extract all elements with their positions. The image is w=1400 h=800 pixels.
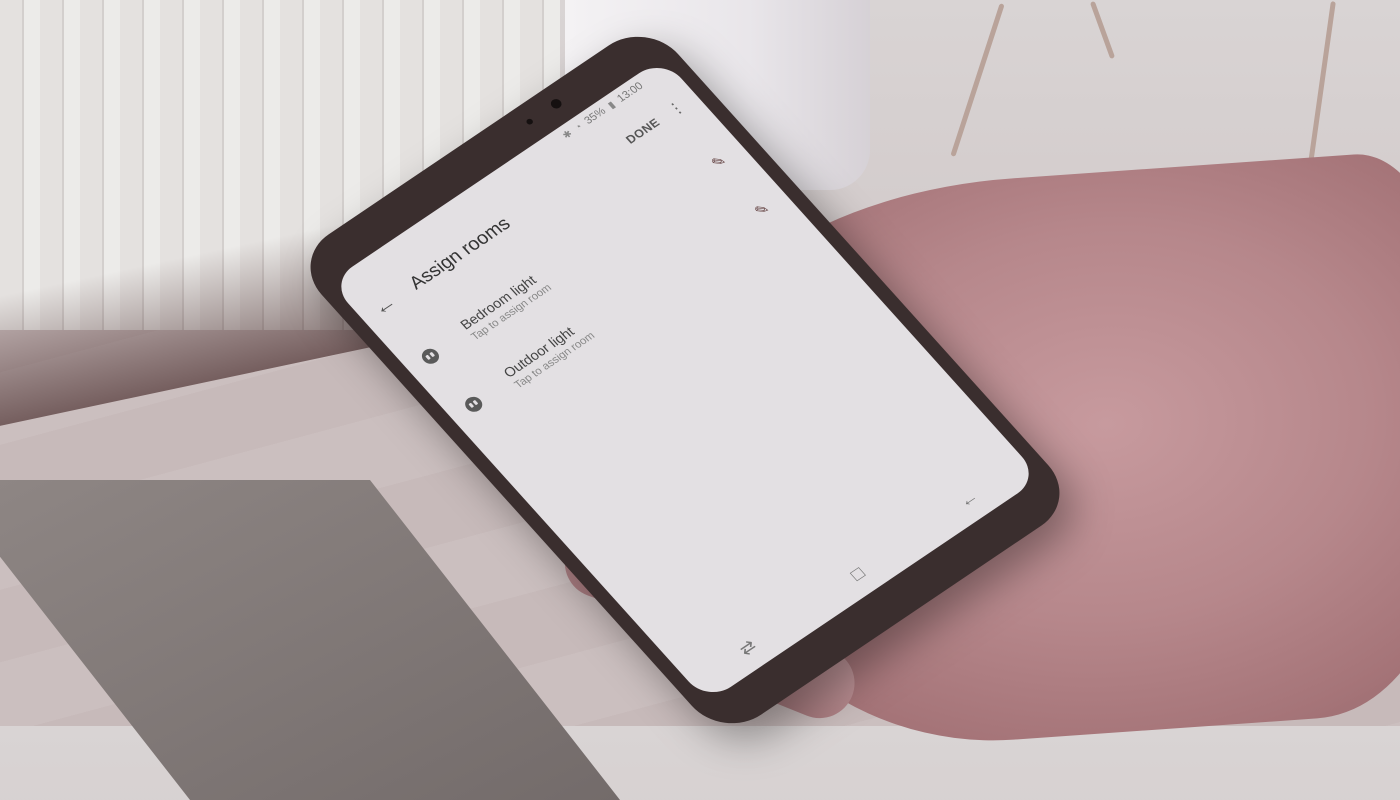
- plug-icon: [418, 345, 443, 367]
- chair-leg: [1089, 0, 1116, 60]
- plug-icon: [461, 393, 486, 415]
- done-button[interactable]: DONE: [623, 115, 663, 146]
- back-nav-icon[interactable]: ←: [954, 486, 983, 512]
- battery-icon: ▮: [605, 99, 618, 111]
- wifi-icon: ◔: [572, 121, 585, 134]
- home-nav-icon[interactable]: □: [846, 563, 869, 585]
- more-vert-icon[interactable]: ⋮: [663, 96, 690, 120]
- recents-nav-icon[interactable]: ⇄: [734, 636, 761, 660]
- front-sensor: [525, 117, 535, 126]
- back-arrow-icon[interactable]: ←: [359, 284, 410, 326]
- chair-leg: [950, 3, 1005, 157]
- bluetooth-icon: ✱: [560, 128, 575, 142]
- front-camera: [548, 97, 564, 111]
